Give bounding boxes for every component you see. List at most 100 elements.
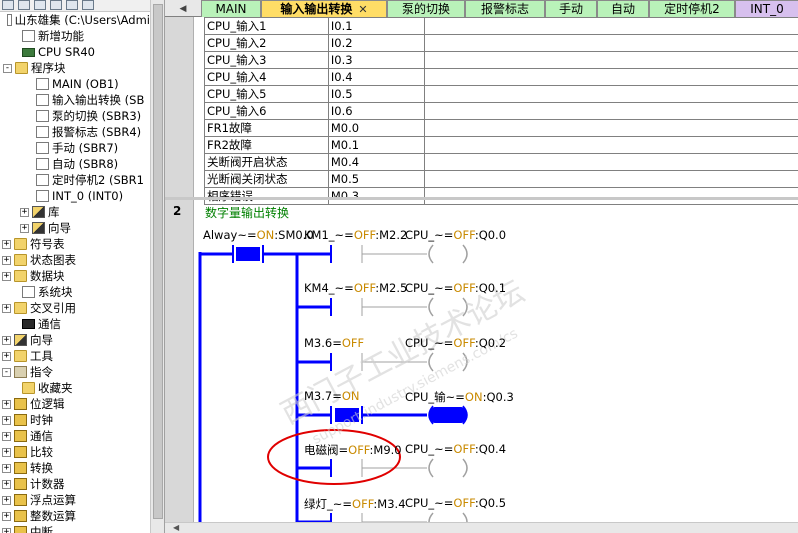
toolbar-icon-3[interactable] [34,0,46,10]
toolbar-icon-1[interactable] [2,0,14,10]
tab-scroll-left-icon[interactable]: ◀ [180,4,187,14]
tree-item[interactable]: + 位逻辑 [0,396,150,412]
expand-icon[interactable]: + [2,239,11,249]
tree-item[interactable]: + 整数运算 [0,508,150,524]
scroll-left-icon[interactable]: ◀ [173,523,179,532]
close-tab-icon[interactable]: ✕ [358,3,367,16]
tree-item[interactable]: 系统块 [0,284,150,300]
tree-item[interactable]: + 库 [0,204,150,220]
tree-item[interactable]: + 状态图表 [0,252,150,268]
expand-icon[interactable]: + [2,463,11,473]
tree-item[interactable]: + 数据块 [0,268,150,284]
wand-icon [32,206,45,218]
coil-label[interactable]: CPU_~=OFF:Q0.4 [405,442,506,456]
tree-item[interactable]: + 转换 [0,460,150,476]
tree-item[interactable]: + 中断 [0,524,150,533]
expand-icon[interactable]: + [2,303,11,313]
tree-item[interactable]: 定时停机2 (SBR1 [0,172,150,188]
category-icon [14,462,27,474]
tree-item[interactable]: 泵的切换 (SBR3) [0,108,150,124]
tab-2[interactable]: 泵的切换 [387,0,465,17]
tab-0[interactable]: MAIN [201,0,261,17]
clock-icon [14,414,27,426]
tree-item[interactable]: 收藏夹 [0,380,150,396]
expand-icon[interactable]: + [2,527,11,533]
coil-label[interactable]: CPU_~=OFF:Q0.2 [405,336,506,350]
tree-scrollbar[interactable] [150,0,164,533]
tab-4[interactable]: 手动 [545,0,597,17]
contact-label[interactable]: KM1_~=OFF:M2.2 [304,228,407,242]
contact-label[interactable]: KM4_~=OFF:M2.5 [304,281,407,295]
toolbar-icon-4[interactable] [50,0,62,10]
operand-name: KM4_~ [304,281,345,295]
tab-5[interactable]: 自动 [597,0,649,17]
tree-item[interactable]: 通信 [0,316,150,332]
tab-6[interactable]: 定时停机2 [649,0,735,17]
operand-name: CPU_~ [405,281,444,295]
tree-item[interactable]: + 计数器 [0,476,150,492]
tab-label: 泵的切换 [401,2,450,16]
tree-item[interactable]: - 程序块 [0,60,150,76]
expand-icon[interactable]: + [20,223,29,233]
tree-item[interactable]: MAIN (OB1) [0,76,150,92]
contact-label[interactable]: M3.6=OFF [304,336,364,350]
tree-item[interactable]: + 交叉引用 [0,300,150,316]
toolbar-icon-5[interactable] [66,0,78,10]
tree-item[interactable]: 山东雄集 (C:\Users\Admi [0,12,150,28]
coil-fill [429,407,467,423]
expand-icon[interactable]: + [20,207,29,217]
contact-label[interactable]: M3.7=ON [304,389,360,403]
collapse-icon[interactable]: - [2,367,11,377]
tree-item[interactable]: CPU SR40 [0,44,150,60]
expand-icon[interactable]: + [2,495,11,505]
tree-item[interactable]: + 向导 [0,220,150,236]
expand-icon[interactable]: + [2,271,11,281]
tree-item[interactable]: 自动 (SBR8) [0,156,150,172]
folder-icon [14,254,27,266]
tree-scrollbar-thumb[interactable] [153,4,163,519]
coil-label[interactable]: CPU_~=OFF:Q0.1 [405,281,506,295]
expand-icon[interactable]: + [2,351,11,361]
tree-item-label: 系统块 [38,285,73,299]
expand-icon[interactable]: + [2,431,11,441]
expand-icon[interactable]: + [2,511,11,521]
tree-toolbar [0,0,150,12]
expand-icon[interactable]: + [2,399,11,409]
tab-3[interactable]: 报警标志 [465,0,545,17]
operand-separator: = [443,496,454,510]
tree-item[interactable]: - 指令 [0,364,150,380]
expand-icon[interactable]: + [2,415,11,425]
contact-label[interactable]: 绿灯_~=OFF:M3.4 [304,496,406,512]
tree-item[interactable]: + 时钟 [0,412,150,428]
tree-item[interactable]: + 通信 [0,428,150,444]
tree-item[interactable]: INT_0 (INT0) [0,188,150,204]
tree-item[interactable]: 报警标志 (SBR4) [0,124,150,140]
tree-item[interactable]: + 浮点运算 [0,492,150,508]
tree-item[interactable]: + 向导 [0,332,150,348]
tree-item[interactable]: + 比较 [0,444,150,460]
tree-item[interactable]: + 符号表 [0,236,150,252]
expand-icon[interactable]: + [2,479,11,489]
expand-icon[interactable]: + [2,447,11,457]
tab-7[interactable]: INT_0 [735,0,798,17]
operand-separator: = [443,281,454,295]
tree-item[interactable]: 输入输出转换 (SB [0,92,150,108]
collapse-icon[interactable]: - [3,63,12,73]
tab-1[interactable]: 输入输出转换 ✕ [261,0,387,17]
coil-right-arc [462,458,468,478]
tree-item-label: 浮点运算 [30,493,76,507]
top-contact-label[interactable]: Alway~=ON:SM0.0 [203,228,314,242]
contact-label[interactable]: 电磁阀=OFF:M9.0 [304,442,402,458]
tree-item[interactable]: + 工具 [0,348,150,364]
toolbar-icon-2[interactable] [18,0,30,10]
tab-scroll-arrows[interactable]: ◀ [165,0,201,17]
tree-item[interactable]: 手动 (SBR7) [0,140,150,156]
horizontal-scrollbar[interactable]: ◀ [165,522,798,533]
tree-item[interactable]: 新增功能 [0,28,150,44]
toolbar-icon-6[interactable] [82,0,94,10]
expand-icon[interactable]: + [2,335,11,345]
coil-label[interactable]: CPU_~=OFF:Q0.5 [405,496,506,510]
expand-icon[interactable]: + [2,255,11,265]
coil-label[interactable]: CPU_~=OFF:Q0.0 [405,228,506,242]
coil-label[interactable]: CPU_输~=ON:Q0.3 [405,389,514,405]
